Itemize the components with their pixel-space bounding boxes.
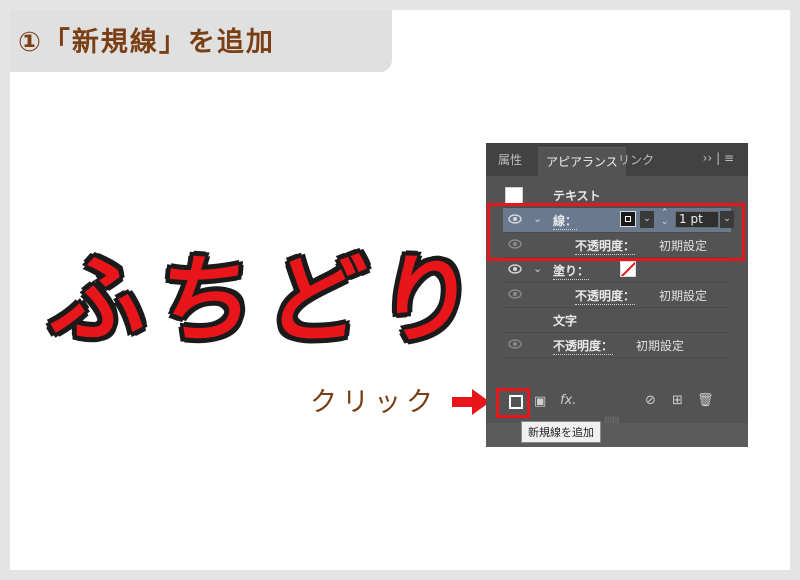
- outlined-text-sample: ふちどり: [45, 244, 495, 356]
- tab-links[interactable]: リンク: [618, 151, 654, 168]
- click-callout-label: クリック: [310, 387, 438, 418]
- tab-attributes[interactable]: 属性: [498, 151, 522, 168]
- tab-appearance[interactable]: アピアランス: [538, 147, 626, 177]
- panel-tabbar: 属性 アピアランス リンク ›› | ≡: [486, 143, 748, 177]
- eye-icon[interactable]: [508, 338, 522, 350]
- eye-icon[interactable]: [508, 263, 522, 275]
- tooltip: 新規線を追加: [521, 421, 601, 443]
- fx-icon[interactable]: fx.: [560, 393, 576, 408]
- arrow-right-icon: [452, 389, 490, 415]
- add-new-fill-icon[interactable]: ▣: [534, 394, 546, 409]
- fill-label[interactable]: 塗り：: [553, 262, 590, 280]
- fill-opacity-label[interactable]: 不透明度：: [575, 287, 636, 305]
- opacity-value: 初期設定: [636, 339, 685, 353]
- opacity-label[interactable]: 不透明度：: [553, 337, 614, 355]
- eye-icon[interactable]: [508, 288, 522, 300]
- stroke-highlight-frame: [487, 203, 745, 261]
- step-title: ①「新規線」を追加: [18, 27, 275, 58]
- clear-appearance-icon[interactable]: ⊘: [645, 393, 656, 408]
- fill-opacity-value: 初期設定: [659, 289, 708, 303]
- new-stroke-button-highlight: [496, 388, 530, 418]
- appearance-row-characters[interactable]: 文字: [503, 308, 731, 333]
- trash-icon[interactable]: 🗑: [697, 393, 714, 408]
- appearance-row-fill[interactable]: ⌄ 塗り：: [503, 258, 731, 283]
- fill-color-swatch[interactable]: [620, 261, 636, 277]
- text-header-label: テキスト: [553, 189, 601, 203]
- characters-label: 文字: [553, 314, 578, 328]
- appearance-row-opacity[interactable]: 不透明度： 初期設定: [503, 333, 731, 358]
- panel-menu-icon[interactable]: ›› | ≡: [703, 151, 734, 165]
- chevron-down-icon[interactable]: ⌄: [533, 262, 542, 275]
- appearance-row-fill-opacity[interactable]: 不透明度： 初期設定: [503, 283, 731, 308]
- duplicate-item-icon[interactable]: ⊞: [672, 393, 683, 408]
